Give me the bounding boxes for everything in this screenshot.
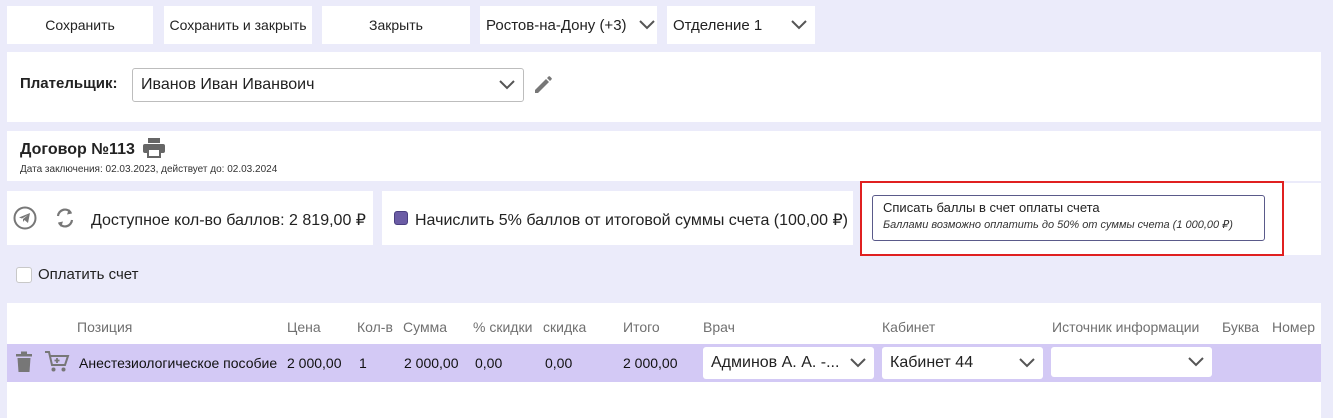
close-button[interactable]: Закрыть [322,6,470,44]
chevron-down-icon [1019,358,1035,368]
save-and-close-button[interactable]: Сохранить и закрыть [164,6,312,44]
save-button[interactable]: Сохранить [7,6,153,44]
room-select[interactable]: Кабинет 44 [882,347,1043,379]
header-letter: Буква [1222,319,1260,335]
contract-dates: Дата заключения: 02.03.2023, действует д… [20,164,278,175]
cell-sum: 2 000,00 [404,355,459,371]
header-discount-pct: % скидки [473,319,533,335]
room-select-value: Кабинет 44 [890,354,974,371]
city-select[interactable]: Ростов-на-Дону (+3) [480,6,657,44]
payer-select-value: Иванов Иван Иванвоич [141,76,315,93]
doctor-select[interactable]: Админов А. А. -... [703,347,874,379]
cell-price: 2 000,00 [287,355,342,371]
header-sum: Сумма [403,319,447,335]
header-room: Кабинет [882,319,936,335]
cell-qty: 1 [359,355,367,371]
cell-discount: 0,00 [545,355,573,371]
chevron-down-icon [639,20,655,30]
cell-total: 2 000,00 [623,355,678,371]
city-select-value: Ростов-на-Дону (+3) [486,16,627,34]
payer-label: Плательщик: [20,75,118,92]
pay-invoice-checkbox[interactable] [16,267,32,283]
header-discount: скидка [543,319,587,335]
department-select-value: Отделение 1 [673,16,763,34]
contract-title: Договор №113 [20,141,135,158]
points-available: Доступное кол-во баллов: 2 819,00 ₽ [91,212,366,229]
refresh-icon[interactable] [52,205,78,231]
edit-pencil-icon[interactable] [532,74,554,96]
source-select[interactable] [1051,347,1212,377]
header-qty: Кол-в [357,319,393,335]
chevron-down-icon [1188,357,1204,367]
chevron-down-icon [499,80,515,90]
header-number: Номер [1272,319,1316,335]
accrue-points-label: Начислить 5% баллов от итоговой суммы сч… [415,212,849,229]
print-icon[interactable] [142,137,166,159]
doctor-select-value: Админов А. А. -... [711,354,840,371]
chevron-down-icon [791,20,807,30]
payer-select[interactable]: Иванов Иван Иванвоич [132,68,524,102]
trash-icon[interactable] [14,351,34,373]
telegram-icon[interactable] [13,206,37,230]
header-doctor: Врач [703,319,735,335]
cart-icon[interactable] [44,350,70,374]
header-total: Итого [623,319,660,335]
accrue-points-checkbox[interactable] [394,211,408,225]
highlight-annotation [860,181,1284,256]
chevron-down-icon [850,358,866,368]
header-price: Цена [287,319,321,335]
pay-invoice-label: Оплатить счет [38,266,139,283]
cell-discount-pct: 0,00 [475,355,503,371]
department-select[interactable]: Отделение 1 [667,6,815,44]
header-position: Позиция [77,319,133,335]
header-source: Источник информации [1052,319,1200,335]
cell-position: Анестезиологическое пособие [79,355,278,371]
